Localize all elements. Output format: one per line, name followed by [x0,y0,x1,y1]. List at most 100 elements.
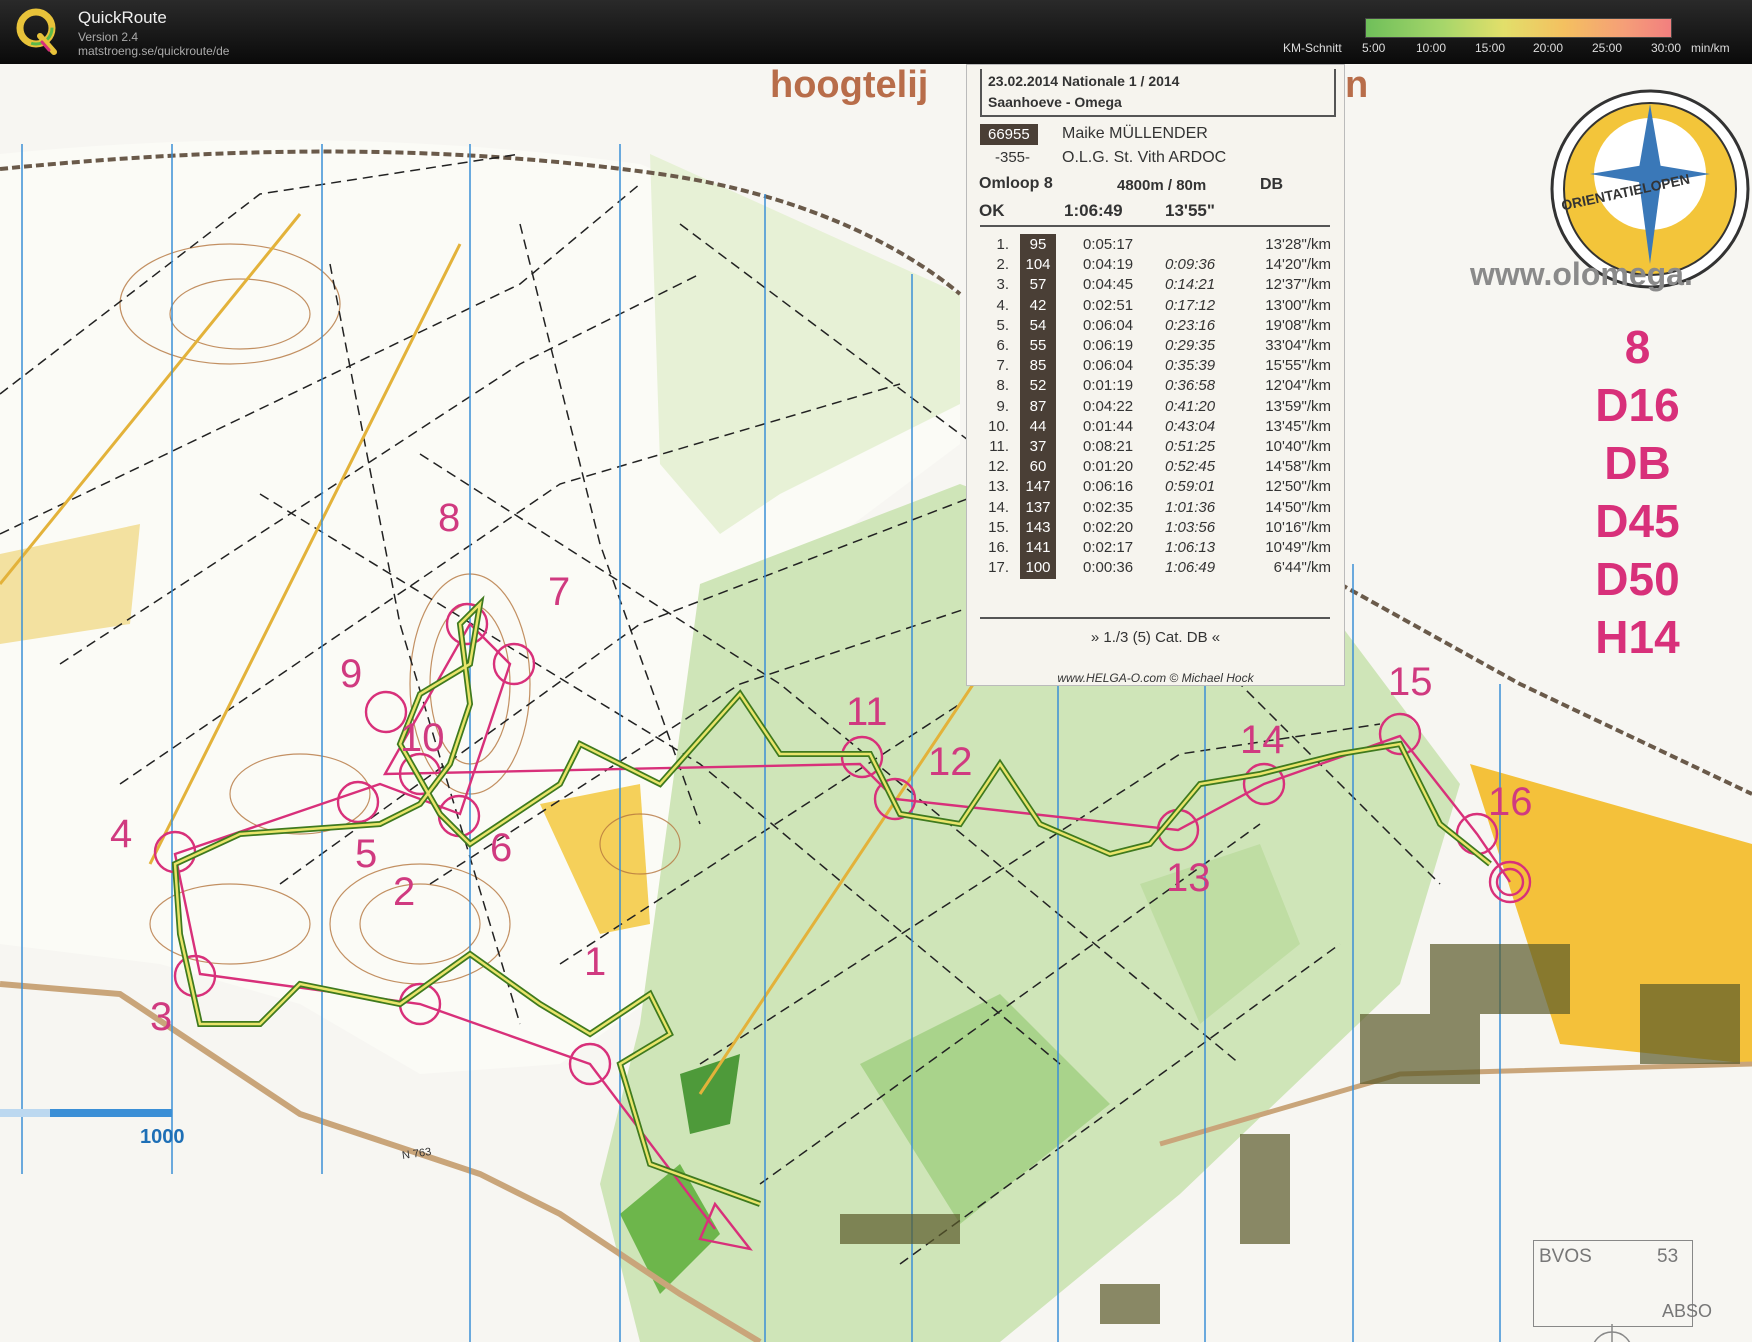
leg-pace: 13'59"/km [1265,397,1331,415]
split-row: 4. 42 0:02:51 0:17:12 13'00"/km [967,294,1344,317]
control-number: 8 [438,496,461,540]
leg-pace: 13'28"/km [1265,236,1331,253]
split-row: 6. 55 0:06:19 0:29:35 33'04"/km [967,335,1344,357]
control-code: 137 [1020,496,1056,519]
cumulative-time: 0:59:01 [1165,478,1216,496]
runner-name: Maike MÜLLENDER [1062,125,1208,142]
map-title: hoogtelij [770,64,929,106]
control-number: 14 [1240,718,1285,762]
control-number: 5 [355,832,378,876]
cumulative-time: 1:01:36 [1165,498,1216,516]
cumulative-time: 0:29:35 [1165,337,1216,354]
split-row: 1. 95 0:05:17 13'28"/km [967,234,1344,256]
split-number: 12. [988,458,1009,476]
control-code: 100 [1020,557,1056,580]
class-label: DB [1604,437,1671,489]
class-label: D16 [1595,379,1680,431]
split-row: 10. 44 0:01:44 0:43:04 13'45"/km [967,415,1344,438]
cumulative-time: 0:36:58 [1165,377,1216,395]
pace-legend-tick: 20:00 [1533,41,1564,55]
split-number: 10. [988,417,1009,435]
event-date: 23.02.2014 Nationale 1 / 2014 [988,73,1180,89]
scale-bar-label: 1000 [140,1126,185,1148]
control-number: 7 [548,570,571,614]
cumulative-time: 1:06:13 [1165,539,1216,556]
leg-pace: 14'20"/km [1265,256,1331,274]
leg-pace: 12'04"/km [1265,377,1331,395]
control-code: 57 [1020,274,1056,297]
cumulative-time: 0:43:04 [1165,417,1216,435]
leg-pace: 14'50"/km [1265,498,1331,516]
quickroute-logo-icon [16,8,57,55]
cumulative-time: 0:17:12 [1165,296,1216,314]
class-label: D50 [1595,553,1680,605]
app-toolbar: QuickRoute Version 2.4 matstroeng.se/qui… [0,0,1752,64]
split-number: 11. [989,438,1009,455]
split-row: 9. 87 0:04:22 0:41:20 13'59"/km [967,395,1344,418]
split-number: 6. [996,337,1009,354]
leg-pace: 10'40"/km [1265,438,1331,455]
split-row: 17. 100 0:00:36 1:06:49 6'44"/km [967,557,1344,580]
club-website: www.olomega. [1470,256,1693,292]
cumulative-time: 0:51:25 [1165,438,1216,455]
total-time: 1:06:49 [1064,201,1123,220]
category-rank: » 1./3 (5) Cat. DB « [1090,629,1221,646]
split-number: 1. [996,236,1009,253]
leg-pace: 12'37"/km [1265,276,1331,294]
leg-time: 0:01:44 [1083,417,1134,435]
split-row: 8. 52 0:01:19 0:36:58 12'04"/km [967,375,1344,398]
leg-time: 0:02:17 [1083,539,1134,556]
leg-time: 0:02:20 [1083,518,1134,536]
start-number: -355- [995,149,1031,166]
control-number: 4 [110,812,133,856]
control-number: 6 [490,826,513,870]
app-name: QuickRoute [78,8,167,27]
leg-time: 0:01:19 [1083,377,1134,395]
split-number: 16. [988,539,1009,556]
runner-id: 66955 [980,124,1038,145]
control-code: 85 [1020,355,1056,378]
control-code: 104 [1020,254,1056,277]
control-number: 1 [584,940,607,984]
leg-pace: 13'00"/km [1265,296,1331,314]
split-number: 4. [996,296,1009,314]
pace-legend-tick: 30:00 [1651,41,1682,55]
control-number: 2 [393,870,416,914]
split-number: 7. [996,357,1009,375]
split-row: 7. 85 0:06:04 0:35:39 15'55"/km [967,355,1344,378]
cumulative-time: 0:41:20 [1165,397,1216,415]
leg-time: 0:02:35 [1083,498,1134,516]
pace-legend-label: KM-Schnitt [1283,41,1342,55]
leg-time: 0:08:21 [1083,438,1134,455]
leg-pace: 12'50"/km [1265,478,1331,496]
slip-event-header: 23.02.2014 Nationale 1 / 2014 Saanhoeve … [980,69,1336,117]
course-category: DB [1260,176,1284,193]
split-number: 3. [996,276,1009,294]
pace-legend-gradient [1365,18,1672,38]
control-code: 44 [1020,415,1056,438]
split-time-slip: 23.02.2014 Nationale 1 / 2014 Saanhoeve … [966,64,1345,686]
leg-time: 0:06:19 [1083,337,1134,354]
cumulative-time: 1:03:56 [1165,518,1216,536]
app-version: Version 2.4 [78,30,139,44]
runner-club: O.L.G. St. Vith ARDOC [1062,149,1227,166]
class-label: D45 [1595,495,1680,547]
split-number: 13. [988,478,1009,496]
control-code: 60 [1020,456,1056,479]
leg-pace: 14'58"/km [1265,458,1331,476]
split-number: 9. [996,397,1009,415]
split-number: 5. [996,316,1009,334]
control-code: 42 [1020,294,1056,317]
control-number: 12 [928,740,973,784]
leg-time: 0:04:45 [1083,276,1134,294]
cumulative-time: 0:35:39 [1165,357,1216,375]
app-url-link[interactable]: matstroeng.se/quickroute/de [78,44,229,58]
control-code: 52 [1020,375,1056,398]
split-number: 15. [988,518,1009,536]
split-row: 14. 137 0:02:35 1:01:36 14'50"/km [967,496,1344,519]
control-number: 13 [1166,856,1211,900]
control-number: 9 [340,652,363,696]
cumulative-time: 0:23:16 [1165,316,1216,334]
split-row: 13. 147 0:06:16 0:59:01 12'50"/km [967,476,1344,499]
control-code: 55 [1020,335,1056,357]
